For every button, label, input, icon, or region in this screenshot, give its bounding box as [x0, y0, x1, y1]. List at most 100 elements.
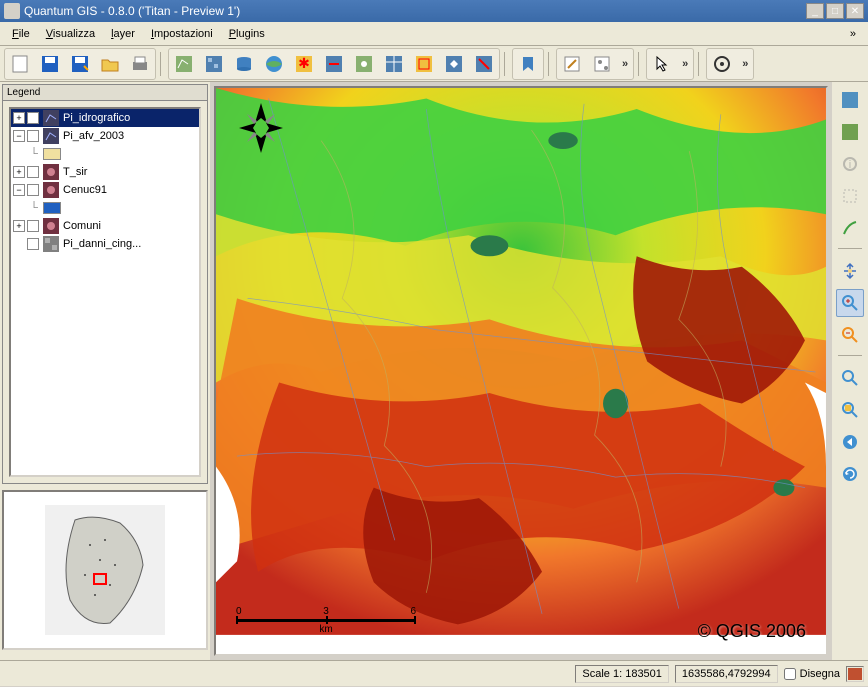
layer-item[interactable]: − Pi_afv_2003 — [11, 127, 199, 145]
expand-icon[interactable]: + — [13, 220, 25, 232]
scalebar-unit: km — [236, 624, 416, 635]
zoom-previous-button[interactable] — [836, 428, 864, 456]
layer-properties-button[interactable] — [350, 50, 378, 78]
scale-display: Scale 1: 183501 — [575, 665, 669, 683]
titlebar: Quantum GIS - 0.8.0 ('Titan - Preview 1'… — [0, 0, 868, 22]
menu-plugins[interactable]: Plugins — [221, 25, 273, 43]
new-layer-button[interactable]: ✱ — [290, 50, 318, 78]
left-panel: Legend + Pi_idrografico − Pi_afv_2003 └ — [0, 82, 210, 660]
menu-visualizza[interactable]: Visualizza — [38, 25, 103, 43]
toolbar-more-icon[interactable]: » — [738, 58, 752, 70]
window-controls: _ □ ✕ — [806, 3, 864, 19]
add-raster-button[interactable] — [200, 50, 228, 78]
layer-item[interactable]: + T_sir — [11, 163, 199, 181]
minimize-button[interactable]: _ — [806, 3, 824, 19]
add-vector-button[interactable] — [170, 50, 198, 78]
layer-item[interactable]: + Pi_idrografico — [11, 109, 199, 127]
layer-vector-icon — [43, 218, 59, 234]
toolbar-separator — [160, 52, 164, 76]
toolbar-separator — [698, 52, 702, 76]
settings-button[interactable] — [708, 50, 736, 78]
right-toolbar: i — [832, 82, 868, 660]
scalebar: 0 3 6 km — [236, 606, 416, 636]
zoom-in-button[interactable] — [836, 289, 864, 317]
zoom-layer-button[interactable] — [836, 396, 864, 424]
layer-shortcut-button[interactable] — [836, 118, 864, 146]
overview-extent-indicator — [93, 573, 107, 585]
layer-symbol — [43, 202, 61, 214]
scale-label: Scale 1: — [582, 668, 622, 680]
pointer-button[interactable] — [648, 50, 676, 78]
menu-layer[interactable]: layer — [103, 25, 143, 43]
layer-tree[interactable]: + Pi_idrografico − Pi_afv_2003 └ + — [9, 107, 201, 477]
svg-text:i: i — [849, 159, 851, 171]
expand-icon[interactable]: + — [13, 112, 25, 124]
select-button[interactable] — [836, 182, 864, 210]
refresh-button[interactable] — [836, 460, 864, 488]
menu-file[interactable]: File — [4, 25, 38, 43]
show-all-button[interactable] — [440, 50, 468, 78]
save-as-button[interactable] — [66, 50, 94, 78]
save-button[interactable] — [36, 50, 64, 78]
overview-map — [45, 505, 165, 635]
layer-checkbox[interactable] — [27, 112, 39, 124]
remove-layer-button[interactable] — [320, 50, 348, 78]
attribute-table-button[interactable] — [380, 50, 408, 78]
open-project-button[interactable] — [96, 50, 124, 78]
overview-button[interactable] — [410, 50, 438, 78]
menu-expand-icon[interactable]: » — [842, 25, 864, 43]
expand-icon[interactable]: − — [13, 184, 25, 196]
layer-checkbox[interactable] — [27, 166, 39, 178]
zoom-full-button[interactable] — [836, 364, 864, 392]
projection-status-icon[interactable] — [846, 666, 864, 682]
digitize-button[interactable] — [588, 50, 616, 78]
close-button[interactable]: ✕ — [846, 3, 864, 19]
bookmarks-button[interactable] — [514, 50, 542, 78]
layer-item[interactable]: Pi_danni_cing... — [11, 235, 199, 253]
zoom-out-button[interactable] — [836, 321, 864, 349]
new-project-button[interactable] — [6, 50, 34, 78]
main-toolbar: ✱ » » » — [0, 46, 868, 82]
render-label: Disegna — [800, 668, 840, 680]
map-canvas[interactable]: 0 3 6 km © QGIS 2006 — [214, 86, 828, 656]
layer-label: Pi_idrografico — [63, 112, 130, 124]
toolbar-more-icon[interactable]: » — [678, 58, 692, 70]
layer-shortcut-button[interactable] — [836, 86, 864, 114]
pan-button[interactable] — [836, 257, 864, 285]
layer-vector-icon — [43, 128, 59, 144]
expand-icon[interactable]: + — [13, 166, 25, 178]
identify-button[interactable]: i — [836, 150, 864, 178]
overview-map-panel[interactable] — [2, 490, 208, 650]
layer-label: T_sir — [63, 166, 87, 178]
toolbar-separator — [838, 355, 862, 358]
layer-vector-icon — [43, 110, 59, 126]
scale-value: 183501 — [625, 668, 662, 680]
menu-impostazioni[interactable]: Impostazioni — [143, 25, 221, 43]
expand-icon[interactable]: − — [13, 130, 25, 142]
legend-title: Legend — [3, 85, 207, 101]
render-checkbox[interactable] — [784, 668, 796, 680]
main-area: Legend + Pi_idrografico − Pi_afv_2003 └ — [0, 82, 868, 660]
toolbar-more-icon[interactable]: » — [618, 58, 632, 70]
add-database-button[interactable] — [230, 50, 258, 78]
edit-button[interactable] — [558, 50, 586, 78]
render-toggle[interactable]: Disegna — [784, 668, 840, 680]
layer-checkbox[interactable] — [27, 130, 39, 142]
layer-checkbox[interactable] — [27, 184, 39, 196]
legend-panel: Legend + Pi_idrografico − Pi_afv_2003 └ — [2, 84, 208, 484]
map-render — [216, 88, 826, 635]
maximize-button[interactable]: □ — [826, 3, 844, 19]
layer-checkbox[interactable] — [27, 238, 39, 250]
layer-label: Pi_danni_cing... — [63, 238, 141, 250]
layer-vector-icon — [43, 164, 59, 180]
layer-checkbox[interactable] — [27, 220, 39, 232]
add-wms-button[interactable] — [260, 50, 288, 78]
measure-button[interactable] — [836, 214, 864, 242]
print-button[interactable] — [126, 50, 154, 78]
hide-all-button[interactable] — [470, 50, 498, 78]
layer-item[interactable]: − Cenuc91 — [11, 181, 199, 199]
window-title: Quantum GIS - 0.8.0 ('Titan - Preview 1'… — [24, 4, 806, 18]
toolbar-separator — [504, 52, 508, 76]
layer-label: Comuni — [63, 220, 101, 232]
layer-item[interactable]: + Comuni — [11, 217, 199, 235]
